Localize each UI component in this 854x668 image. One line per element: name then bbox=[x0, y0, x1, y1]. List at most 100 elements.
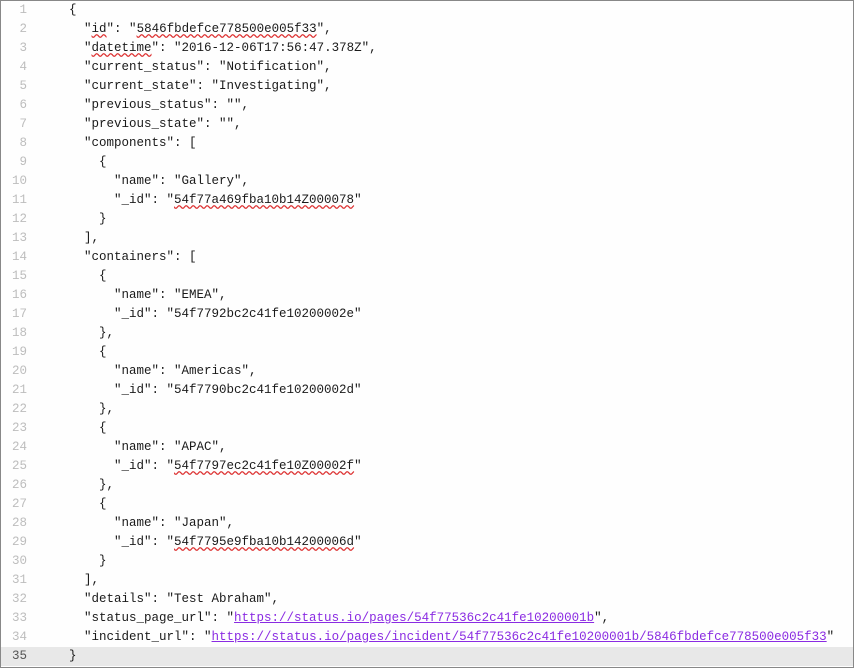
code-line[interactable]: 22 }, bbox=[1, 400, 853, 419]
code-content: } bbox=[33, 552, 107, 571]
code-content: "details": "Test Abraham", bbox=[33, 590, 279, 609]
spellcheck-marked: id bbox=[92, 22, 107, 36]
code-token: ], bbox=[84, 231, 99, 245]
code-line[interactable]: 25 "_id": "54f7797ec2c41fe10Z00002f" bbox=[1, 457, 853, 476]
code-line[interactable]: 18 }, bbox=[1, 324, 853, 343]
code-content: } bbox=[33, 647, 77, 666]
line-number: 3 bbox=[1, 39, 33, 58]
code-line[interactable]: 12 } bbox=[1, 210, 853, 229]
code-token: "_id": "54f7792bc2c41fe10200002e" bbox=[114, 307, 362, 321]
hyperlink[interactable]: https://status.io/pages/54f77536c2c41fe1… bbox=[234, 611, 594, 625]
code-line[interactable]: 29 "_id": "54f7795e9fba10b14200006d" bbox=[1, 533, 853, 552]
code-token: { bbox=[69, 3, 77, 17]
code-line[interactable]: 11 "_id": "54f77a469fba10b14Z000078" bbox=[1, 191, 853, 210]
spellcheck-marked: 5846fbdefce778500e005f33 bbox=[137, 22, 317, 36]
code-content: }, bbox=[33, 476, 114, 495]
line-number: 15 bbox=[1, 267, 33, 286]
code-content: "previous_status": "", bbox=[33, 96, 249, 115]
code-line[interactable]: 5 "current_state": "Investigating", bbox=[1, 77, 853, 96]
code-token: " bbox=[84, 41, 92, 55]
code-token: " bbox=[354, 535, 362, 549]
code-token: "name": "Americas", bbox=[114, 364, 257, 378]
code-content: "incident_url": "https://status.io/pages… bbox=[33, 628, 834, 647]
code-line[interactable]: 14 "containers": [ bbox=[1, 248, 853, 267]
code-content: ], bbox=[33, 571, 99, 590]
code-line[interactable]: 6 "previous_status": "", bbox=[1, 96, 853, 115]
code-line[interactable]: 30 } bbox=[1, 552, 853, 571]
code-token: "name": "Japan", bbox=[114, 516, 234, 530]
code-content: { bbox=[33, 153, 107, 172]
code-content: "name": "EMEA", bbox=[33, 286, 227, 305]
code-editor[interactable]: 1 {2 "id": "5846fbdefce778500e005f33",3 … bbox=[0, 0, 854, 668]
code-content: { bbox=[33, 1, 77, 20]
code-token: "current_status": "Notification", bbox=[84, 60, 332, 74]
code-token: "_id": " bbox=[114, 535, 174, 549]
code-line[interactable]: 4 "current_status": "Notification", bbox=[1, 58, 853, 77]
code-line[interactable]: 3 "datetime": "2016-12-06T17:56:47.378Z"… bbox=[1, 39, 853, 58]
code-content: "status_page_url": "https://status.io/pa… bbox=[33, 609, 609, 628]
code-line[interactable]: 31 ], bbox=[1, 571, 853, 590]
line-number: 23 bbox=[1, 419, 33, 438]
code-line[interactable]: 9 { bbox=[1, 153, 853, 172]
code-line[interactable]: 10 "name": "Gallery", bbox=[1, 172, 853, 191]
code-line[interactable]: 21 "_id": "54f7790bc2c41fe10200002d" bbox=[1, 381, 853, 400]
code-line[interactable]: 19 { bbox=[1, 343, 853, 362]
code-token: "components": [ bbox=[84, 136, 197, 150]
code-line[interactable]: 23 { bbox=[1, 419, 853, 438]
code-token: "_id": " bbox=[114, 459, 174, 473]
code-line[interactable]: 34 "incident_url": "https://status.io/pa… bbox=[1, 628, 853, 647]
code-line[interactable]: 8 "components": [ bbox=[1, 134, 853, 153]
code-line[interactable]: 20 "name": "Americas", bbox=[1, 362, 853, 381]
line-number: 29 bbox=[1, 533, 33, 552]
code-token: " bbox=[354, 459, 362, 473]
code-content: "current_state": "Investigating", bbox=[33, 77, 332, 96]
code-token: "current_state": "Investigating", bbox=[84, 79, 332, 93]
code-content: "_id": "54f7795e9fba10b14200006d" bbox=[33, 533, 362, 552]
code-token: "previous_state": "", bbox=[84, 117, 242, 131]
code-content: ], bbox=[33, 229, 99, 248]
code-line[interactable]: 28 "name": "Japan", bbox=[1, 514, 853, 533]
code-line[interactable]: 13 ], bbox=[1, 229, 853, 248]
code-token: " bbox=[84, 22, 92, 36]
code-line[interactable]: 32 "details": "Test Abraham", bbox=[1, 590, 853, 609]
code-line[interactable]: 7 "previous_state": "", bbox=[1, 115, 853, 134]
code-line[interactable]: 24 "name": "APAC", bbox=[1, 438, 853, 457]
line-number: 13 bbox=[1, 229, 33, 248]
line-number: 28 bbox=[1, 514, 33, 533]
code-line[interactable]: 26 }, bbox=[1, 476, 853, 495]
spellcheck-marked: 54f7797ec2c41fe10Z00002f bbox=[174, 459, 354, 473]
code-content: "previous_state": "", bbox=[33, 115, 242, 134]
code-content: "name": "Americas", bbox=[33, 362, 257, 381]
code-content: "containers": [ bbox=[33, 248, 197, 267]
code-token: "name": "EMEA", bbox=[114, 288, 227, 302]
code-line[interactable]: 1 { bbox=[1, 1, 853, 20]
code-content: "name": "Japan", bbox=[33, 514, 234, 533]
code-line[interactable]: 15 { bbox=[1, 267, 853, 286]
code-line[interactable]: 16 "name": "EMEA", bbox=[1, 286, 853, 305]
code-line[interactable]: 17 "_id": "54f7792bc2c41fe10200002e" bbox=[1, 305, 853, 324]
line-number: 1 bbox=[1, 1, 33, 20]
line-number: 4 bbox=[1, 58, 33, 77]
code-token: } bbox=[99, 212, 107, 226]
line-number: 19 bbox=[1, 343, 33, 362]
code-token: "status_page_url": " bbox=[84, 611, 234, 625]
code-line[interactable]: 33 "status_page_url": "https://status.io… bbox=[1, 609, 853, 628]
code-token: ], bbox=[84, 573, 99, 587]
hyperlink[interactable]: https://status.io/pages/incident/54f7753… bbox=[212, 630, 827, 644]
line-number: 34 bbox=[1, 628, 33, 647]
code-token: ", bbox=[594, 611, 609, 625]
code-line[interactable]: 35 } bbox=[1, 647, 853, 666]
code-line[interactable]: 2 "id": "5846fbdefce778500e005f33", bbox=[1, 20, 853, 39]
code-token: ", bbox=[317, 22, 332, 36]
line-number: 26 bbox=[1, 476, 33, 495]
code-token: " bbox=[827, 630, 835, 644]
code-token: { bbox=[99, 269, 107, 283]
code-content: "_id": "54f7797ec2c41fe10Z00002f" bbox=[33, 457, 362, 476]
code-token: { bbox=[99, 155, 107, 169]
code-content: "datetime": "2016-12-06T17:56:47.378Z", bbox=[33, 39, 377, 58]
code-token: "_id": "54f7790bc2c41fe10200002d" bbox=[114, 383, 362, 397]
line-number: 9 bbox=[1, 153, 33, 172]
spellcheck-marked: 54f77a469fba10b14Z000078 bbox=[174, 193, 354, 207]
line-number: 31 bbox=[1, 571, 33, 590]
code-line[interactable]: 27 { bbox=[1, 495, 853, 514]
